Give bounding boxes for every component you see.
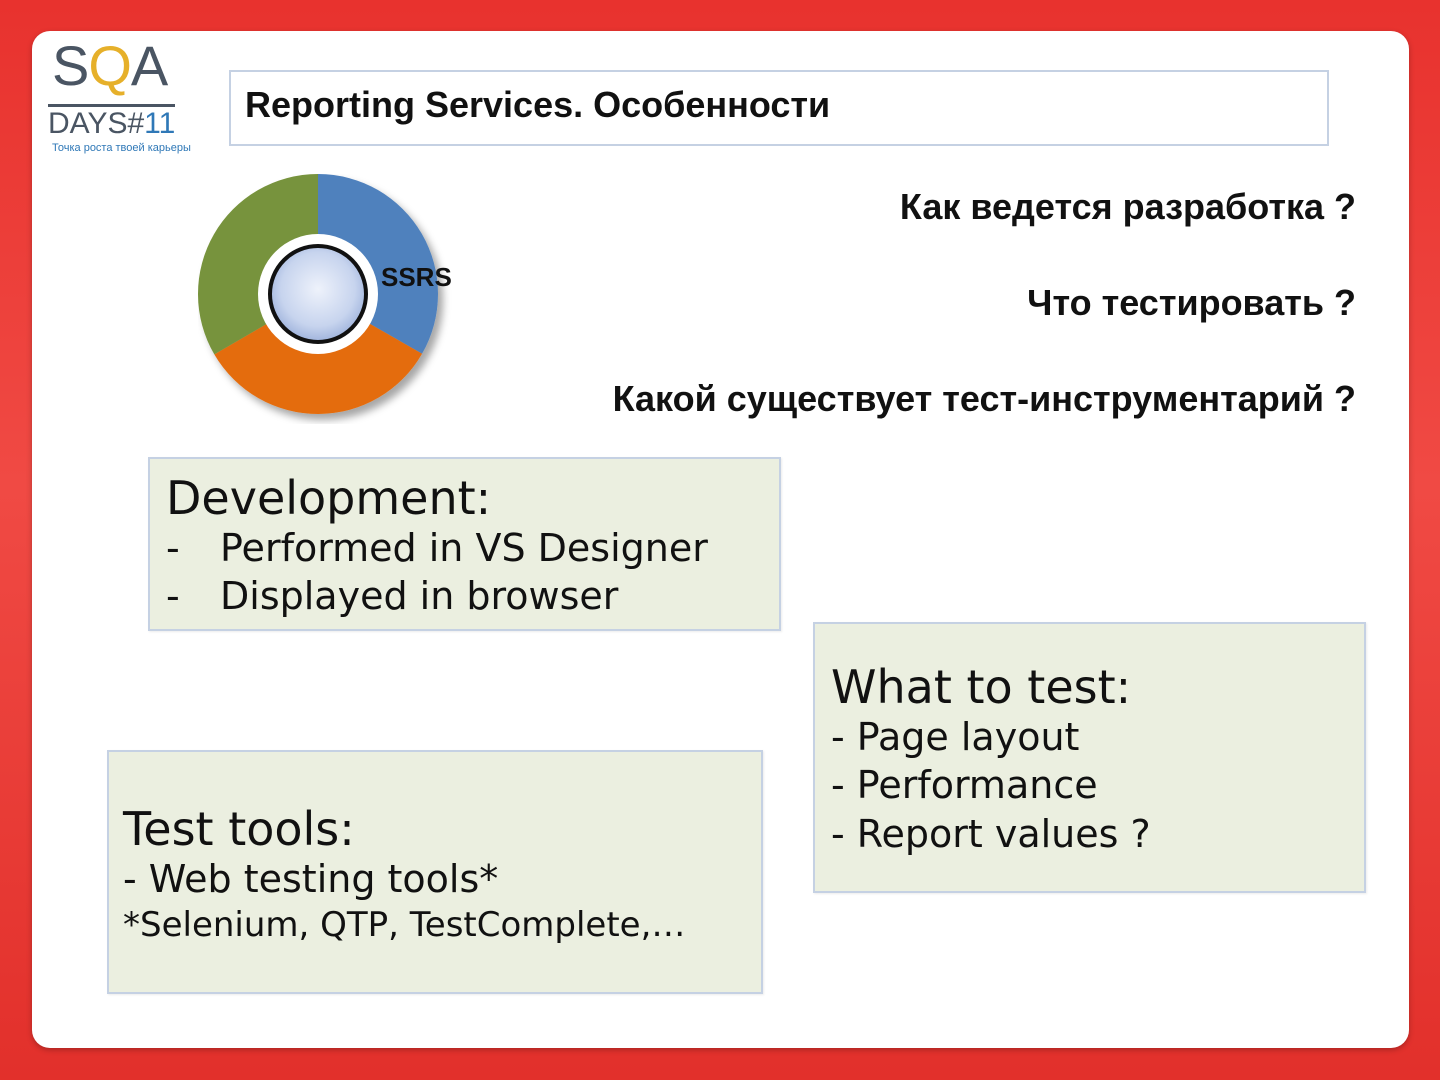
- what-to-test-item: - Performance: [831, 763, 1098, 808]
- test-tools-note: *Selenium, QTP, TestComplete,…: [123, 905, 686, 946]
- what-to-test-box: What to test: - Page layout - Performanc…: [813, 622, 1366, 893]
- test-tools-item: - Web testing tools*: [123, 856, 499, 901]
- slide-title: Reporting Services. Особенности: [245, 84, 831, 125]
- development-item: - Performed in VS Designer: [166, 525, 708, 570]
- logo-days-text: DAYS#11: [48, 104, 176, 139]
- logo-sqa-text: SQA: [52, 34, 168, 97]
- donut-svg: [198, 174, 438, 414]
- what-to-test-heading: What to test:: [831, 660, 1132, 714]
- question-what-to-test: Что тестировать ?: [1027, 282, 1356, 323]
- question-test-tools: Какой существует тест-инструментарий ?: [612, 378, 1356, 419]
- test-tools-box: Test tools: - Web testing tools* *Seleni…: [107, 750, 763, 994]
- ssrs-donut-diagram: [198, 174, 460, 424]
- donut-hub: [268, 244, 368, 344]
- what-to-test-item: - Report values ?: [831, 811, 1151, 856]
- title-box: Reporting Services. Особенности: [229, 70, 1329, 146]
- test-tools-heading: Test tools:: [123, 802, 355, 856]
- logo-tagline: Точка роста твоей карьеры: [52, 142, 191, 154]
- development-box: Development: - Performed in VS Designer -…: [148, 457, 781, 631]
- donut-label-ssrs: SSRS: [381, 262, 452, 292]
- question-development: Как ведется разработка ?: [899, 186, 1356, 227]
- what-to-test-item: - Page layout: [831, 714, 1080, 759]
- sqa-days-logo: SQA DAYS#11 Точка роста твоей карьеры: [48, 38, 203, 160]
- slide-background: { "logo": { "brand_letters_1": "S", "bra…: [0, 0, 1440, 1080]
- development-item: - Displayed in browser: [166, 574, 619, 619]
- development-heading: Development:: [166, 471, 492, 525]
